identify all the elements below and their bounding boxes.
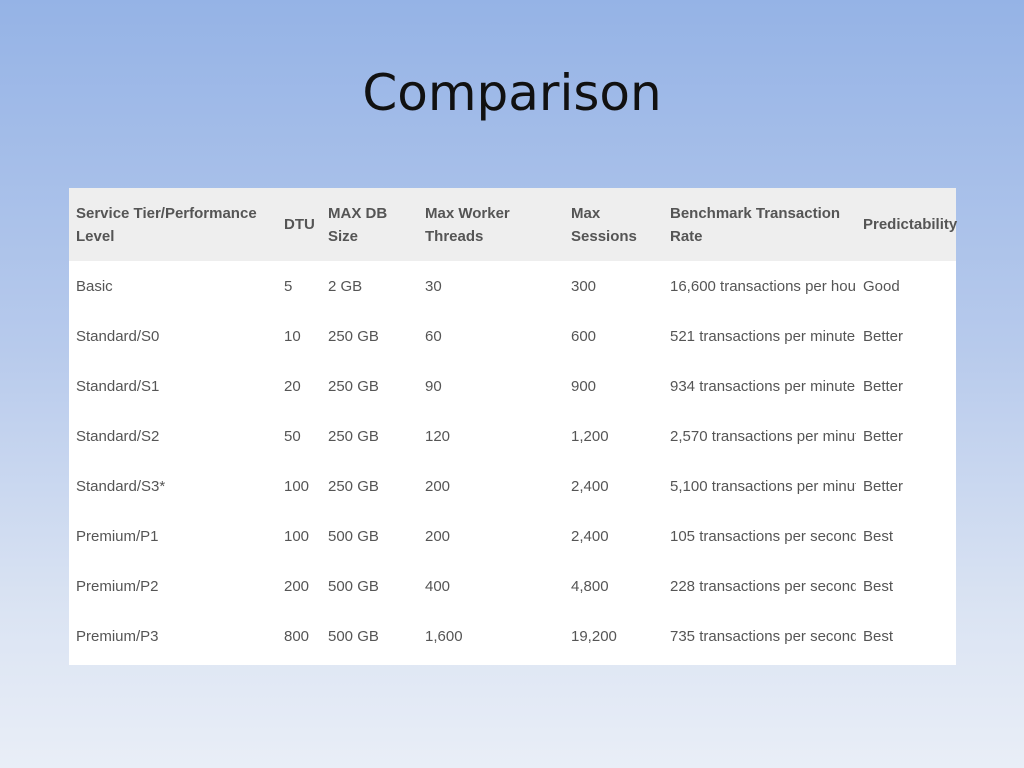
comparison-table: Service Tier/Performance Level DTU MAX D…	[69, 188, 958, 661]
cell-max-sessions: 4,800	[571, 577, 609, 595]
header-max-sessions: Max Sessions	[571, 204, 637, 245]
cell-max-sessions: 19,200	[571, 627, 617, 645]
cell-predictability: Better	[863, 327, 904, 345]
table-row: Basic 5 2 GB 30 300 16,600 transactions …	[69, 261, 956, 311]
cell-max-db-size: 250 GB	[328, 477, 379, 495]
cell-benchmark-rate: 16,600 transactions per hour	[670, 277, 856, 295]
cell-benchmark-rate: 2,570 transactions per minute	[670, 427, 856, 445]
header-predictability: Predictability	[863, 216, 958, 233]
table-row: Premium/P1 100 500 GB 200 2,400 105 tran…	[69, 511, 956, 561]
cell-max-worker-threads: 1,600	[425, 627, 463, 645]
table-row: Premium/P3 800 500 GB 1,600 19,200 735 t…	[69, 611, 956, 661]
cell-dtu: 20	[284, 377, 301, 395]
header-benchmark-transaction-rate: Benchmark Transaction Rate	[670, 204, 841, 245]
table-row: Standard/S1 20 250 GB 90 900 934 transac…	[69, 361, 956, 411]
table-header-row: Service Tier/Performance Level DTU MAX D…	[69, 188, 958, 261]
cell-predictability: Best	[863, 627, 894, 645]
cell-benchmark-rate: 735 transactions per second	[670, 627, 856, 645]
cell-dtu: 100	[284, 477, 310, 495]
cell-max-db-size: 250 GB	[328, 327, 379, 345]
cell-service-tier: Basic	[76, 277, 113, 295]
cell-service-tier: Standard/S0	[76, 327, 160, 345]
cell-dtu: 50	[284, 427, 301, 445]
slide-title: Comparison	[362, 64, 662, 122]
cell-dtu: 100	[284, 527, 310, 545]
cell-predictability: Best	[863, 577, 894, 595]
cell-max-worker-threads: 400	[425, 577, 451, 595]
cell-max-worker-threads: 60	[425, 327, 442, 345]
cell-max-sessions: 2,400	[571, 477, 609, 495]
cell-max-db-size: 500 GB	[328, 527, 379, 545]
cell-max-db-size: 500 GB	[328, 577, 379, 595]
cell-max-db-size: 500 GB	[328, 627, 379, 645]
cell-max-db-size: 250 GB	[328, 427, 379, 445]
cell-max-worker-threads: 30	[425, 277, 442, 295]
cell-predictability: Better	[863, 427, 904, 445]
cell-service-tier: Premium/P2	[76, 577, 159, 595]
cell-max-sessions: 1,200	[571, 427, 609, 445]
header-max-worker-threads: Max Worker Threads	[425, 204, 510, 245]
cell-service-tier: Standard/S2	[76, 427, 160, 445]
cell-benchmark-rate: 934 transactions per minute	[670, 377, 856, 395]
table-row: Premium/P2 200 500 GB 400 4,800 228 tran…	[69, 561, 956, 611]
cell-max-sessions: 2,400	[571, 527, 609, 545]
cell-benchmark-rate: 5,100 transactions per minute	[670, 477, 856, 495]
cell-predictability: Better	[863, 377, 904, 395]
table-row: Standard/S0 10 250 GB 60 600 521 transac…	[69, 311, 956, 361]
header-dtu: DTU	[284, 216, 315, 233]
cell-service-tier: Standard/S3*	[76, 477, 166, 495]
cell-dtu: 5	[284, 277, 293, 295]
cell-dtu: 200	[284, 577, 310, 595]
cell-predictability: Good	[863, 277, 900, 295]
cell-max-sessions: 900	[571, 377, 597, 395]
cell-max-worker-threads: 200	[425, 477, 451, 495]
comparison-table-container: Service Tier/Performance Level DTU MAX D…	[69, 188, 958, 665]
cell-max-worker-threads: 200	[425, 527, 451, 545]
cell-dtu: 10	[284, 327, 301, 345]
cell-max-sessions: 300	[571, 277, 597, 295]
cell-benchmark-rate: 105 transactions per second	[670, 527, 856, 545]
cell-dtu: 800	[284, 627, 310, 645]
cell-benchmark-rate: 521 transactions per minute	[670, 327, 856, 345]
table-row: Standard/S3* 100 250 GB 200 2,400 5,100 …	[69, 461, 956, 511]
cell-max-worker-threads: 90	[425, 377, 442, 395]
cell-predictability: Best	[863, 527, 894, 545]
header-service-tier: Service Tier/Performance Level	[76, 204, 257, 245]
cell-max-db-size: 250 GB	[328, 377, 379, 395]
cell-max-sessions: 600	[571, 327, 597, 345]
table-row: Standard/S2 50 250 GB 120 1,200 2,570 tr…	[69, 411, 956, 461]
cell-service-tier: Standard/S1	[76, 377, 160, 395]
cell-predictability: Better	[863, 477, 904, 495]
header-max-db-size: MAX DB Size	[328, 204, 388, 245]
cell-service-tier: Premium/P3	[76, 627, 159, 645]
cell-max-db-size: 2 GB	[328, 277, 363, 295]
cell-max-worker-threads: 120	[425, 427, 451, 445]
cell-benchmark-rate: 228 transactions per second	[670, 577, 856, 595]
cell-service-tier: Premium/P1	[76, 527, 159, 545]
